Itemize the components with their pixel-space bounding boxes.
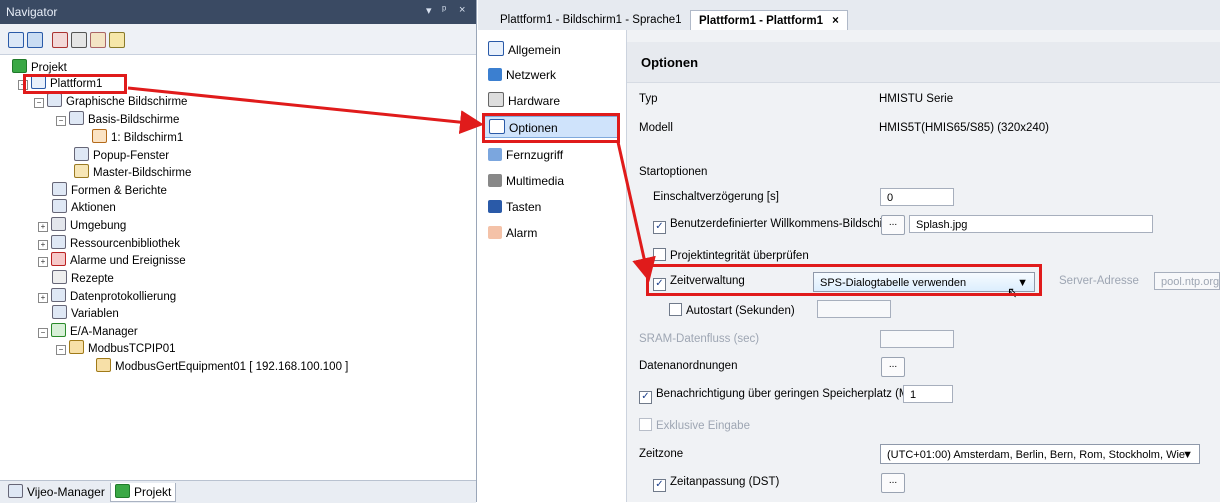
arrow-to-optionen [127, 86, 484, 135]
annotation-arrows [127, 86, 656, 282]
arrow-to-zeitverwaltung [616, 141, 656, 282]
